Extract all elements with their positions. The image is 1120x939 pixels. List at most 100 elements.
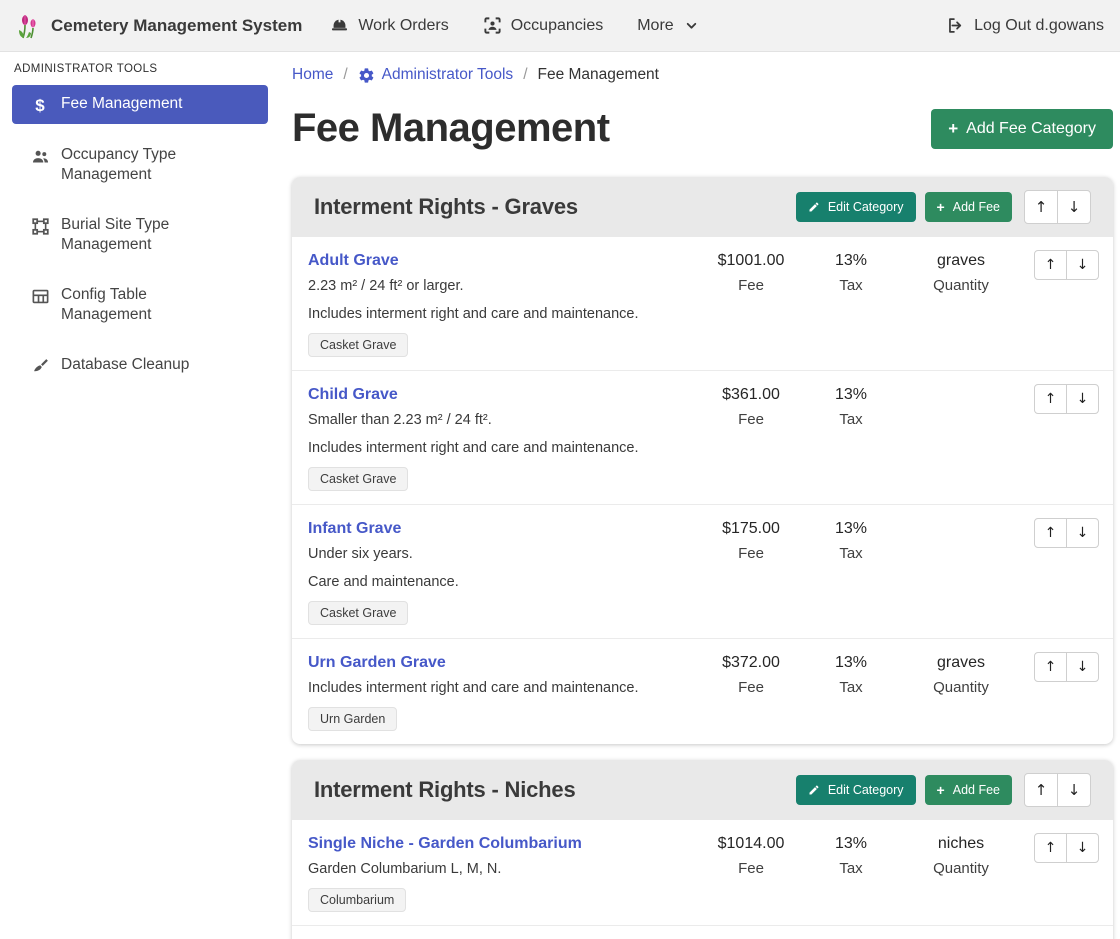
pencil-icon — [808, 784, 820, 796]
dollar-icon: $ — [30, 95, 50, 115]
fee-amount: $1014.00 — [701, 835, 801, 853]
move-category-down-button[interactable]: ↓ — [1057, 773, 1091, 807]
people-icon — [30, 146, 50, 166]
move-fee-up-button[interactable]: ↑ — [1034, 250, 1067, 280]
move-fee-up-button[interactable]: ↑ — [1034, 384, 1067, 414]
fee-label: Fee — [701, 679, 801, 696]
category-header: Interment Rights - Graves Edit Category … — [292, 177, 1113, 237]
fee-label: Fee — [701, 545, 801, 562]
fee-name-link[interactable]: Urn Garden Grave — [308, 654, 446, 672]
sidebar-item-database-cleanup[interactable]: Database Cleanup — [12, 346, 268, 385]
move-fee-down-button[interactable]: ↓ — [1066, 652, 1099, 682]
fee-description-2: Includes interment right and care and ma… — [308, 305, 691, 324]
category-list: Interment Rights - Graves Edit Category … — [292, 177, 1113, 939]
breadcrumb-separator: / — [523, 66, 527, 84]
fee-description: 2.23 m² / 24 ft² or larger. — [308, 277, 691, 296]
fee-reorder-group: ↑ ↓ — [1034, 652, 1099, 682]
fee-type-badge: Urn Garden — [308, 707, 397, 731]
add-fee-category-button[interactable]: + Add Fee Category — [931, 109, 1113, 149]
sidebar: ADMINISTRATOR TOOLS $ Fee Management Occ… — [0, 52, 280, 939]
move-fee-down-button[interactable]: ↓ — [1066, 833, 1099, 863]
fee-name-link[interactable]: Adult Grave — [308, 252, 399, 270]
table-icon — [30, 286, 50, 306]
sidebar-list: $ Fee Management Occupancy Type Manageme… — [0, 85, 280, 385]
nav-work-orders-label: Work Orders — [358, 17, 448, 35]
move-category-up-button[interactable]: ↑ — [1024, 773, 1058, 807]
add-fee-category-label: Add Fee Category — [966, 120, 1096, 138]
hard-hat-icon — [330, 16, 349, 35]
logout-button[interactable]: Log Out d.gowans — [946, 16, 1104, 35]
fee-type-badge: Casket Grave — [308, 333, 408, 357]
nav-work-orders[interactable]: Work Orders — [330, 16, 448, 35]
tax-amount: 13% — [811, 835, 891, 853]
tax-label: Tax — [811, 545, 891, 562]
sidebar-item-burial-site-type-management[interactable]: Burial Site Type Management — [12, 206, 268, 264]
fee-reorder-group: ↑ ↓ — [1034, 518, 1099, 548]
tax-label: Tax — [811, 277, 891, 294]
quantity-unit: niches — [901, 835, 1021, 853]
burial-frame-icon — [30, 216, 50, 236]
pencil-icon — [808, 201, 820, 213]
fee-name-link[interactable]: Single Niche - Garden Columbarium — [308, 835, 582, 853]
move-fee-up-button[interactable]: ↑ — [1034, 833, 1067, 863]
fee-reorder-group: ↑ ↓ — [1034, 833, 1099, 863]
gear-icon — [358, 67, 375, 84]
move-fee-up-button[interactable]: ↑ — [1034, 518, 1067, 548]
fee-name-link[interactable]: Infant Grave — [308, 520, 401, 538]
breadcrumb-current: Fee Management — [538, 66, 660, 84]
fee-rows: Adult Grave 2.23 m² / 24 ft² or larger. … — [292, 237, 1113, 744]
move-category-up-button[interactable]: ↑ — [1024, 190, 1058, 224]
tax-label: Tax — [811, 411, 891, 428]
sidebar-item-label: Burial Site Type Management — [61, 215, 241, 255]
sidebar-item-fee-management[interactable]: $ Fee Management — [12, 85, 268, 124]
breadcrumb-separator: / — [343, 66, 347, 84]
fee-amount: $361.00 — [701, 386, 801, 404]
move-fee-up-button[interactable]: ↑ — [1034, 652, 1067, 682]
breadcrumb: Home / Administrator Tools / Fee Managem… — [292, 66, 1113, 84]
sidebar-item-label: Occupancy Type Management — [61, 145, 241, 185]
move-fee-down-button[interactable]: ↓ — [1066, 250, 1099, 280]
add-fee-button[interactable]: + Add Fee — [925, 192, 1012, 222]
move-category-down-button[interactable]: ↓ — [1057, 190, 1091, 224]
nav-items: Work Orders Occupancies More — [330, 16, 697, 35]
fee-rows: Single Niche - Garden Columbarium Garden… — [292, 820, 1113, 939]
breadcrumb-home[interactable]: Home — [292, 66, 333, 84]
tax-amount: 13% — [811, 654, 891, 672]
fee-type-badge: Casket Grave — [308, 467, 408, 491]
breadcrumb-admin-tools[interactable]: Administrator Tools — [358, 66, 514, 84]
edit-category-button[interactable]: Edit Category — [796, 192, 916, 222]
category-header: Interment Rights - Niches Edit Category … — [292, 760, 1113, 820]
sidebar-item-config-table-management[interactable]: Config Table Management — [12, 276, 268, 334]
navbar: Cemetery Management System Work Orders O… — [0, 0, 1120, 52]
tax-amount: 13% — [811, 386, 891, 404]
fee-row: Adult Grave 2.23 m² / 24 ft² or larger. … — [292, 237, 1113, 371]
move-fee-down-button[interactable]: ↓ — [1066, 384, 1099, 414]
sidebar-item-occupancy-type-management[interactable]: Occupancy Type Management — [12, 136, 268, 194]
plus-icon: + — [937, 200, 945, 214]
nav-occupancies[interactable]: Occupancies — [483, 16, 604, 35]
fee-type-badge: Columbarium — [308, 888, 406, 912]
nav-more[interactable]: More — [637, 17, 697, 35]
fee-reorder-group: ↑ ↓ — [1034, 250, 1099, 280]
plus-icon: + — [937, 783, 945, 797]
quantity-label: Quantity — [901, 277, 1021, 294]
fee-row: Companion Niche - Garden Columbarium Gar… — [292, 926, 1113, 939]
move-fee-down-button[interactable]: ↓ — [1066, 518, 1099, 548]
fee-amount: $372.00 — [701, 654, 801, 672]
logout-label: Log Out d.gowans — [974, 17, 1104, 35]
fee-description: Garden Columbarium L, M, N. — [308, 860, 691, 879]
quantity-label: Quantity — [901, 679, 1021, 696]
category-title: Interment Rights - Niches — [314, 777, 787, 803]
add-fee-button[interactable]: + Add Fee — [925, 775, 1012, 805]
fee-category-card: Interment Rights - Graves Edit Category … — [292, 177, 1113, 744]
sidebar-item-label: Fee Management — [61, 94, 183, 114]
fee-description: Under six years. — [308, 545, 691, 564]
fee-name-link[interactable]: Child Grave — [308, 386, 398, 404]
fee-row: Infant Grave Under six years. Care and m… — [292, 505, 1113, 639]
fee-reorder-group: ↑ ↓ — [1034, 384, 1099, 414]
edit-category-button[interactable]: Edit Category — [796, 775, 916, 805]
page-title: Fee Management — [292, 106, 610, 151]
sidebar-item-label: Config Table Management — [61, 285, 241, 325]
fee-row: Urn Garden Grave Includes interment righ… — [292, 639, 1113, 744]
fee-description: Smaller than 2.23 m² / 24 ft². — [308, 411, 691, 430]
